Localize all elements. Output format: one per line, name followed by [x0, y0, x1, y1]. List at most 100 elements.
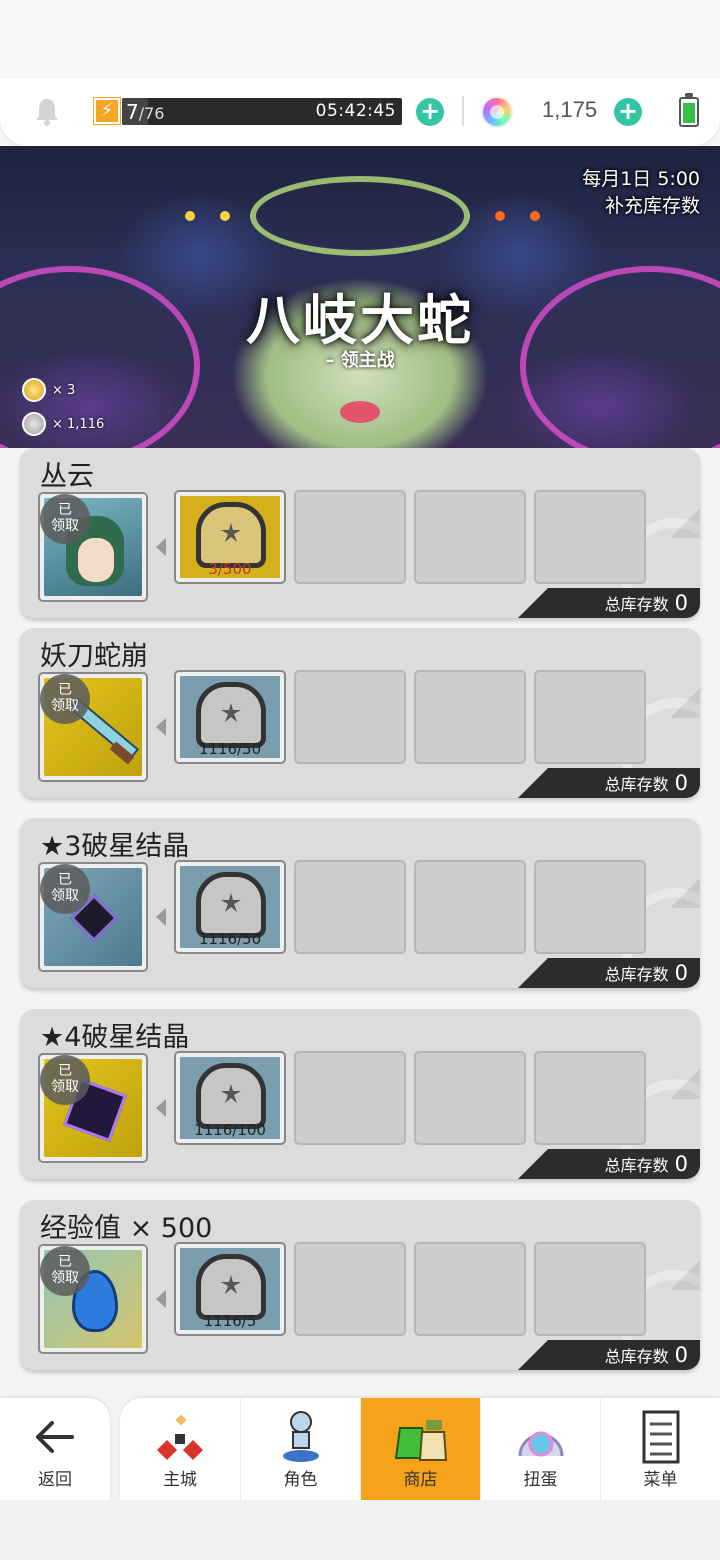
menu-list-icon [642, 1410, 680, 1464]
divider [462, 96, 464, 126]
restock-label: 补充库存数 [604, 195, 700, 217]
empty-slot [534, 1242, 646, 1336]
gem-count: 1,175 [542, 97, 598, 122]
serpent-eye [530, 211, 540, 221]
reward-card[interactable]: ★3破星结晶 已 领取 1116/50 总库存数 0 [20, 818, 700, 988]
restock-time: 每月1日 5:00 [582, 168, 700, 190]
cost-item: 1116/100 [174, 1051, 286, 1145]
tab-home[interactable]: 主城 [120, 1398, 240, 1500]
silver-medal-icon [221, 1084, 241, 1103]
gacha-orb-icon [518, 1431, 564, 1457]
restock-info: 每月1日 5:00 补充库存数 [582, 166, 700, 220]
empty-slot [294, 490, 406, 584]
lightning-icon: ⚡ [93, 97, 121, 125]
arrow-left-icon [156, 908, 166, 926]
empty-slot [414, 1242, 526, 1336]
total-stock: 总库存数 0 [518, 1340, 700, 1370]
castle-icon [157, 1414, 203, 1460]
empty-slot [414, 670, 526, 764]
tab-shop[interactable]: 商店 [360, 1398, 480, 1500]
serpent-mouth [340, 401, 380, 423]
stamina-bar: 7/76 05:42:45 [122, 98, 402, 125]
nav-tabs: 主城 角色 商店 扭蛋 菜单 [120, 1398, 720, 1500]
silver-medal-count: × 1,116 [22, 412, 104, 436]
reward-title: 妖刀蛇崩 [40, 641, 148, 672]
empty-slot [294, 860, 406, 954]
reward-title: 丛云 [40, 461, 94, 492]
total-stock: 总库存数 0 [518, 768, 700, 798]
reward-title: ★3破星结晶 [40, 831, 190, 862]
arrow-left-icon [156, 718, 166, 736]
silver-medal-icon [221, 1275, 241, 1294]
empty-slot [294, 1051, 406, 1145]
serpent-eye [185, 211, 195, 221]
banner-title: 八岐大蛇 [246, 289, 474, 352]
reward-card[interactable]: 妖刀蛇崩 已 领取 1116/50 总库存数 0 [20, 628, 700, 798]
gold-medal-count: × 3 [22, 378, 75, 402]
tab-character[interactable]: 角色 [240, 1398, 360, 1500]
empty-slot [414, 860, 526, 954]
gold-medal-icon [221, 523, 241, 542]
rainbow-gem-icon [481, 96, 513, 128]
reward-card[interactable]: 丛云 已 领取 3/500 总库存数 0 [20, 448, 700, 618]
serpent-eye [495, 211, 505, 221]
add-gems-button[interactable]: + [614, 98, 642, 126]
notification-bell-icon[interactable] [32, 96, 62, 128]
shop-bag-icon [394, 1420, 448, 1461]
silver-medal-icon [221, 703, 241, 722]
reward-item[interactable]: 已 领取 [38, 672, 148, 782]
character-icon [283, 1411, 319, 1462]
stamina-value: 7/76 [126, 100, 165, 124]
back-label: 返回 [38, 1470, 72, 1490]
battery-icon [679, 93, 699, 127]
reward-item[interactable]: 已 领取 [38, 1244, 148, 1354]
arrow-left-icon [156, 1099, 166, 1117]
total-stock: 总库存数 0 [518, 588, 700, 618]
system-nav-area [0, 1500, 720, 1560]
tab-gacha[interactable]: 扭蛋 [480, 1398, 600, 1500]
empty-slot [414, 490, 526, 584]
empty-slot [534, 860, 646, 954]
reward-card[interactable]: 经验值 × 500 已 领取 1116/5 总库存数 0 [20, 1200, 700, 1370]
cost-item: 1116/50 [174, 670, 286, 764]
claimed-badge: 已 领取 [40, 864, 90, 914]
reward-title: 经验值 × 500 [40, 1213, 213, 1244]
total-stock: 总库存数 0 [518, 1149, 700, 1179]
claimed-badge: 已 领取 [40, 1246, 90, 1296]
empty-slot [294, 670, 406, 764]
stamina-timer: 05:42:45 [315, 101, 396, 121]
claimed-badge: 已 领取 [40, 674, 90, 724]
tab-menu[interactable]: 菜单 [600, 1398, 720, 1500]
banner-decoration [250, 176, 470, 256]
reward-item[interactable]: 已 领取 [38, 492, 148, 602]
cost-amount: 1116/50 [198, 930, 262, 948]
silver-medal-icon [22, 412, 46, 436]
reward-item[interactable]: 已 领取 [38, 1053, 148, 1163]
cost-amount: 3/500 [208, 560, 252, 578]
cost-amount: 1116/5 [203, 1312, 257, 1330]
claimed-badge: 已 领取 [40, 1055, 90, 1105]
back-button[interactable]: 返回 [0, 1398, 110, 1500]
bottom-nav: 返回 主城 角色 商店 扭蛋 菜单 [0, 1398, 720, 1500]
arrow-left-icon [156, 1290, 166, 1308]
cost-amount: 1116/100 [194, 1121, 266, 1139]
banner-subtitle: 领主战 [0, 346, 720, 372]
reward-card[interactable]: ★4破星结晶 已 领取 1116/100 总库存数 0 [20, 1009, 700, 1179]
gold-medal-icon [22, 378, 46, 402]
add-stamina-button[interactable]: + [416, 98, 444, 126]
cost-item: 1116/5 [174, 1242, 286, 1336]
reward-title: ★4破星结晶 [40, 1022, 190, 1053]
reward-item[interactable]: 已 领取 [38, 862, 148, 972]
empty-slot [534, 490, 646, 584]
silver-medal-icon [221, 893, 241, 912]
claimed-badge: 已 领取 [40, 494, 90, 544]
boss-banner: 八岐大蛇 领主战 每月1日 5:00 补充库存数 × 3 × 1,116 [0, 146, 720, 448]
empty-slot [534, 1051, 646, 1145]
empty-slot [534, 670, 646, 764]
arrow-left-icon [156, 538, 166, 556]
cost-item: 3/500 [174, 490, 286, 584]
cost-item: 1116/50 [174, 860, 286, 954]
empty-slot [294, 1242, 406, 1336]
total-stock: 总库存数 0 [518, 958, 700, 988]
arrow-left-icon [36, 1421, 74, 1453]
